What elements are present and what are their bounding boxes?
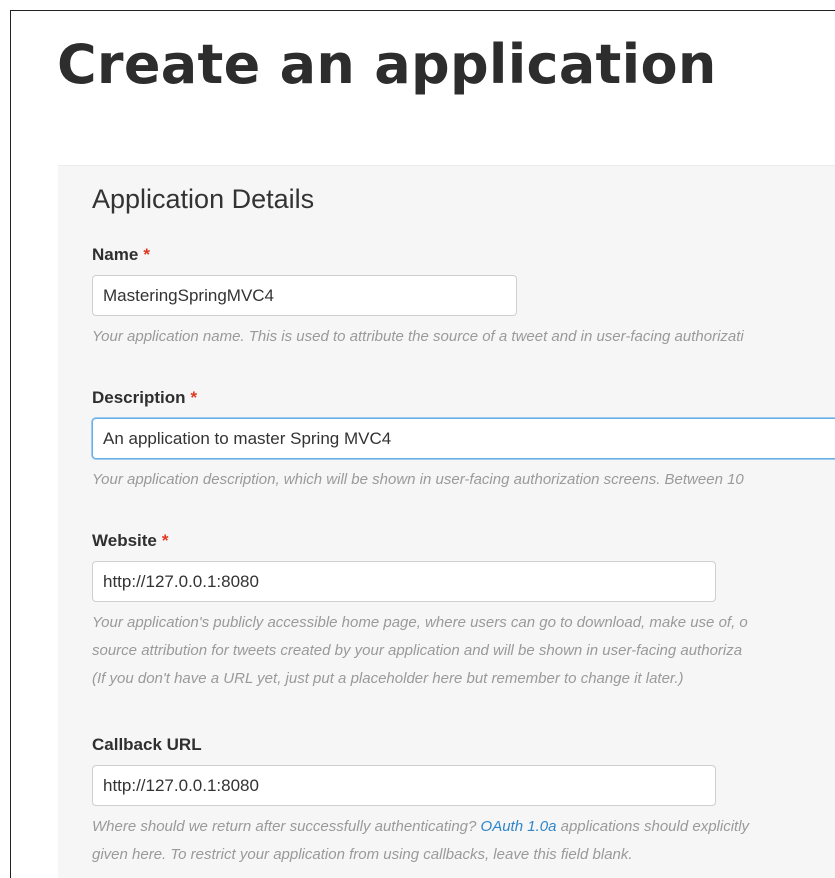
required-marker: * [143, 245, 150, 264]
website-label: Website * [92, 530, 748, 552]
name-field-group: Name* Your application name. This is use… [92, 244, 744, 351]
callback-help-text-cont: applications should explicitly [556, 818, 750, 835]
required-marker: * [161, 531, 169, 550]
page-title: Create an application [57, 33, 717, 96]
website-help-text: Your application's publicly accessible h… [92, 609, 748, 693]
name-label-text: Name [92, 245, 139, 264]
oauth-link[interactable]: OAuth 1.0a [481, 818, 557, 835]
description-input[interactable] [92, 418, 835, 459]
website-help-line: Your application's publicly accessible h… [92, 614, 748, 631]
callback-url-field-group: Callback URL Where should we return afte… [92, 734, 749, 869]
callback-help-line: Where should we return after successfull… [92, 813, 749, 841]
description-field-group: Description* Your application descriptio… [92, 387, 835, 494]
website-help-line: (If you don't have a URL yet, just put a… [92, 670, 684, 687]
application-details-panel: Application Details Name* Your applicati… [58, 165, 835, 878]
website-help-line: source attribution for tweets created by… [92, 642, 743, 659]
callback-url-help-text: Where should we return after successfull… [92, 813, 749, 869]
browser-frame: Create an application Application Detail… [10, 10, 835, 878]
callback-url-input[interactable] [92, 765, 716, 806]
callback-url-label: Callback URL [92, 735, 202, 754]
website-field-group: Website* Your application's publicly acc… [92, 530, 748, 693]
website-label-text: Website [92, 531, 157, 550]
description-label: Description * [92, 387, 835, 409]
description-label-text: Description [92, 388, 186, 407]
callback-help-line: given here. To restrict your application… [92, 846, 633, 863]
name-help-text: Your application name. This is used to a… [92, 328, 744, 345]
description-help-text: Your application description, which will… [92, 471, 744, 488]
section-title: Application Details [92, 184, 315, 214]
required-marker: * [190, 388, 198, 407]
name-input[interactable] [92, 275, 517, 316]
name-label: Name * [92, 244, 744, 266]
website-input[interactable] [92, 561, 716, 602]
callback-help-text: Where should we return after successfull… [92, 818, 481, 835]
